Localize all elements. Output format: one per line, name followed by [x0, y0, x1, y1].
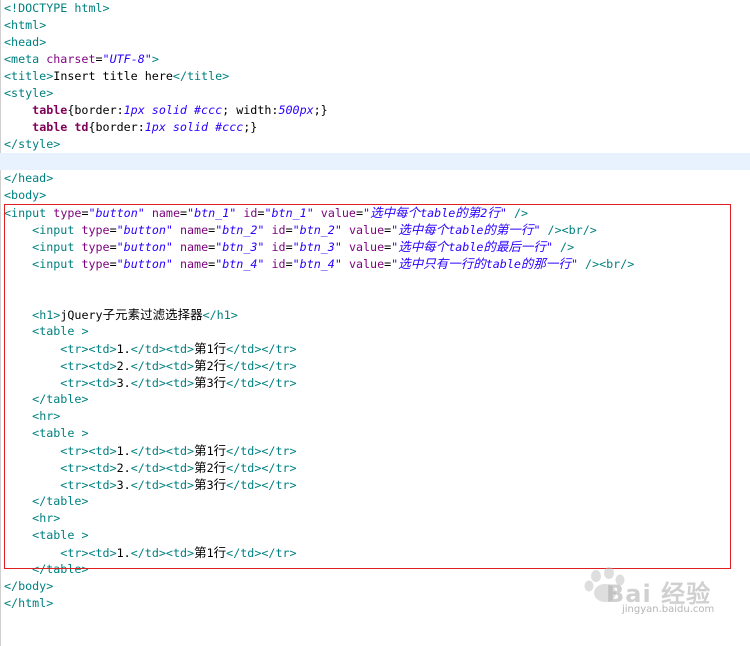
- code-line[interactable]: <h1>jQuery子元素过滤选择器</h1>: [0, 306, 750, 323]
- code-line[interactable]: <!DOCTYPE html>: [0, 0, 750, 17]
- code-line[interactable]: <table >: [0, 323, 750, 340]
- code-line[interactable]: <html>: [0, 17, 750, 34]
- code-line[interactable]: </style>: [0, 136, 750, 153]
- code-line[interactable]: <tr><td>2.</td><td>第2行</td></tr>: [0, 357, 750, 374]
- watermark-url: jingyan.baidu.com: [622, 604, 715, 615]
- code-line[interactable]: <hr>: [0, 408, 750, 425]
- code-line[interactable]: table{border:1px solid #ccc; width:500px…: [0, 102, 750, 119]
- code-line[interactable]: <tr><td>3.</td><td>第3行</td></tr>: [0, 476, 750, 493]
- code-line[interactable]: <table >: [0, 425, 750, 442]
- code-line[interactable]: <table >: [0, 527, 750, 544]
- code-editor[interactable]: <!DOCTYPE html> <html> <head> <meta charset…: [0, 0, 750, 646]
- code-line[interactable]: <tr><td>2.</td><td>第2行</td></tr>: [0, 459, 750, 476]
- code-line[interactable]: <meta charset="UTF-8">: [0, 51, 750, 68]
- code-line[interactable]: <hr>: [0, 510, 750, 527]
- code-line[interactable]: <tr><td>1.</td><td>第1行</td></tr>: [0, 340, 750, 357]
- code-line[interactable]: <tr><td>3.</td><td>第3行</td></tr>: [0, 374, 750, 391]
- code-line[interactable]: <tr><td>1.</td><td>第1行</td></tr>: [0, 442, 750, 459]
- code-line[interactable]: <input type="button" name="btn_3" id="bt…: [0, 238, 750, 255]
- code-line[interactable]: </head>: [0, 170, 750, 187]
- code-line[interactable]: [0, 272, 750, 289]
- code-line[interactable]: <body>: [0, 187, 750, 204]
- code-line[interactable]: </table>: [0, 391, 750, 408]
- code-line[interactable]: </table>: [0, 493, 750, 510]
- code-line[interactable]: <style>: [0, 85, 750, 102]
- code-line[interactable]: <tr><td>1.</td><td>第1行</td></tr>: [0, 544, 750, 561]
- baidu-jingyan-watermark: Bai 经验 jingyan.baidu.com: [582, 566, 714, 620]
- code-line[interactable]: table td{border:1px solid #ccc;}: [0, 119, 750, 136]
- code-line[interactable]: <input type="button" name="btn_1" id="bt…: [0, 204, 750, 221]
- code-line[interactable]: <input type="button" name="btn_2" id="bt…: [0, 221, 750, 238]
- code-line[interactable]: [0, 153, 750, 170]
- code-line[interactable]: <title>Insert title here</title>: [0, 68, 750, 85]
- code-line[interactable]: <head>: [0, 34, 750, 51]
- code-line[interactable]: [0, 289, 750, 306]
- code-area[interactable]: <!DOCTYPE html> <html> <head> <meta charset…: [0, 0, 750, 612]
- code-line[interactable]: <input type="button" name="btn_4" id="bt…: [0, 255, 750, 272]
